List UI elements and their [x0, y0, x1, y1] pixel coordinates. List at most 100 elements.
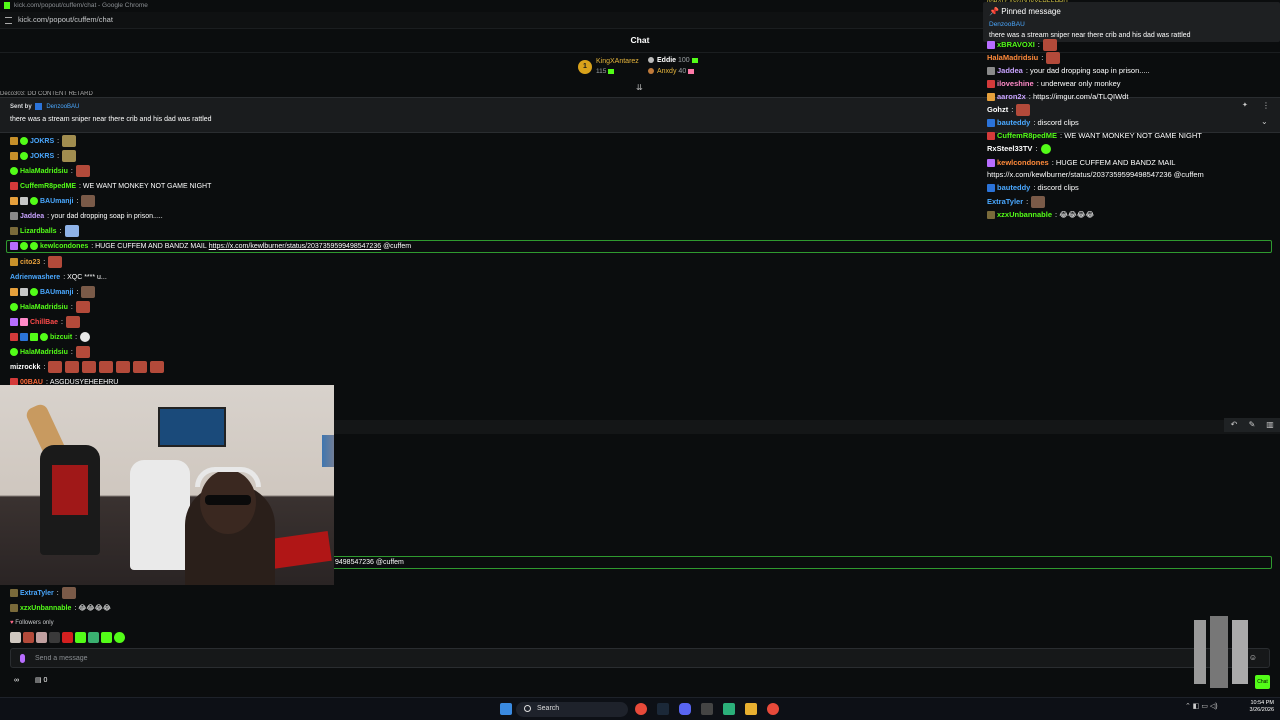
chat-username[interactable]: Gohzt: [987, 105, 1008, 114]
taskbar-clock[interactable]: 10:54 PM 3/26/2026: [1240, 700, 1274, 714]
pin-icon[interactable]: ✦: [1242, 101, 1250, 109]
gift-counter-icon[interactable]: ▤: [35, 677, 42, 684]
chat-username[interactable]: HalaMadridsiu: [20, 349, 68, 356]
chat-username[interactable]: Jaddea: [20, 213, 44, 220]
chat-message[interactable]: ExtraTyler:: [987, 195, 1046, 208]
site-settings-icon[interactable]: [5, 17, 12, 24]
chrome-icon[interactable]: [635, 703, 647, 715]
more-options-icon[interactable]: ⋮: [1262, 101, 1270, 110]
app-icon[interactable]: [723, 703, 735, 715]
chat-message[interactable]: mizrockk:: [10, 360, 165, 374]
chat-username[interactable]: mizrockk: [10, 364, 40, 371]
chat-input-box[interactable]: ☺: [10, 648, 1270, 668]
chat-message[interactable]: bauteddy: discord clips: [987, 181, 1079, 194]
chat-username[interactable]: ChillBae: [30, 319, 58, 326]
chat-username[interactable]: HalaMadridsiu: [987, 53, 1038, 62]
chat-link-fragment[interactable]: 9498547236 @cuffem: [335, 559, 404, 566]
pinned-message-card[interactable]: 📌 Pinned message DenzooBAU there was a s…: [983, 2, 1280, 42]
chat-message[interactable]: iloveshine: underwear only monkey: [987, 77, 1121, 90]
chat-username[interactable]: CuffemR8pedME: [20, 183, 76, 190]
chat-message[interactable]: ChillBae:: [10, 315, 80, 329]
taskbar-search[interactable]: Search: [516, 702, 628, 717]
chat-message[interactable]: Adrienwashere: XQC **** u...: [10, 270, 107, 284]
emote-icon[interactable]: [114, 632, 125, 643]
chrome-icon[interactable]: [767, 703, 779, 715]
chat-message[interactable]: JOKRS:: [10, 149, 77, 163]
chat-username[interactable]: xzxUnbannable: [20, 605, 71, 612]
chat-message[interactable]: Jaddea: your dad dropping soap in prison…: [10, 209, 163, 223]
chat-username[interactable]: cito23: [20, 259, 40, 266]
delete-icon[interactable]: ▥: [1264, 419, 1276, 431]
chat-username[interactable]: RxSteel33TV: [987, 144, 1032, 153]
chat-message[interactable]: CuffemR8pedME: WE WANT MONKEY NOT GAME N…: [10, 179, 211, 193]
reply-icon[interactable]: ↶: [1228, 419, 1240, 431]
collapse-leaderboard-icon[interactable]: ⇊: [636, 84, 644, 92]
app-icon[interactable]: [701, 703, 713, 715]
emote-icon[interactable]: [36, 632, 47, 643]
chat-message[interactable]: cito23:: [10, 255, 63, 269]
chat-link[interactable]: https://imgur.com/a/TLQIWdt: [1033, 92, 1128, 101]
chat-message[interactable]: RxSteel33TV:: [987, 142, 1051, 155]
chat-username[interactable]: aaron2x: [997, 92, 1026, 101]
chat-username[interactable]: CuffemR8pedME: [997, 131, 1057, 140]
chat-username[interactable]: ExtraTyler: [20, 590, 54, 597]
chat-message[interactable]: BAUmanji:: [10, 194, 96, 208]
chat-username[interactable]: Adrienwashere: [10, 274, 60, 281]
chat-message[interactable]: HalaMadridsiu:: [10, 164, 90, 178]
emote-icon[interactable]: [49, 632, 60, 643]
chat-username[interactable]: JOKRS: [30, 138, 54, 145]
chat-username[interactable]: BAUmanji: [40, 198, 73, 205]
chat-username[interactable]: xzxUnbannable: [997, 210, 1052, 219]
chat-message[interactable]: xzxUnbannable: 😂😂😂😂: [10, 601, 111, 615]
leaderboard-name-1[interactable]: KingXAntarez: [596, 58, 639, 65]
chat-message[interactable]: BAUmanji:: [10, 285, 96, 299]
pinned-username[interactable]: DenzooBAU: [989, 21, 1025, 28]
emote-icon[interactable]: [101, 632, 112, 643]
pinned-username[interactable]: DenzooBAU: [46, 104, 79, 110]
chat-message[interactable]: aaron2x: https://imgur.com/a/TLQIWdt: [987, 90, 1128, 103]
chat-message[interactable]: bauteddy: discord clips: [987, 116, 1079, 129]
chat-message-continued[interactable]: https://x.com/kewlburner/status/20373595…: [987, 168, 1204, 181]
chat-message[interactable]: ExtraTyler:: [10, 586, 76, 600]
emote-icon[interactable]: [62, 632, 73, 643]
chat-username[interactable]: bauteddy: [997, 118, 1030, 127]
leaderboard-row-3[interactable]: Anxdy 40: [648, 68, 695, 75]
chat-message[interactable]: xzxUnbannable: 😂😂😂😂: [987, 208, 1094, 221]
chat-message[interactable]: bizcuit:: [10, 330, 91, 344]
emote-icon[interactable]: [88, 632, 99, 643]
chat-message[interactable]: Jaddea: your dad dropping soap in prison…: [987, 64, 1150, 77]
chat-input[interactable]: [35, 652, 1185, 665]
chat-username[interactable]: Lizardballs: [20, 228, 57, 235]
chat-username[interactable]: BAUmanji: [40, 289, 73, 296]
emote-icon[interactable]: [75, 632, 86, 643]
microphone-icon[interactable]: [20, 654, 25, 663]
chat-message[interactable]: Lizardballs:: [10, 224, 79, 238]
steam-icon[interactable]: [657, 703, 669, 715]
chat-message[interactable]: JOKRS:: [10, 134, 77, 148]
chat-username[interactable]: bizcuit: [50, 334, 72, 341]
windows-start-icon[interactable]: [500, 703, 512, 715]
leaderboard-row-2[interactable]: Eddie 100: [648, 57, 698, 64]
chat-username[interactable]: kewlcondones: [997, 158, 1049, 167]
chat-username[interactable]: bauteddy: [997, 183, 1030, 192]
file-explorer-icon[interactable]: [745, 703, 757, 715]
chat-message[interactable]: HalaMadridsiu:: [987, 51, 1061, 64]
chat-username[interactable]: iloveshine: [997, 79, 1034, 88]
infinity-icon[interactable]: ∞: [14, 677, 19, 684]
chat-username[interactable]: HalaMadridsiu: [20, 304, 68, 311]
chat-username[interactable]: xBRAVOXI: [997, 40, 1035, 49]
chat-message[interactable]: CuffemR8pedME: WE WANT MONKEY NOT GAME N…: [987, 129, 1202, 142]
chat-message[interactable]: HalaMadridsiu:: [10, 300, 90, 314]
emote-icon[interactable]: [10, 632, 21, 643]
discord-icon[interactable]: [679, 703, 691, 715]
chat-message[interactable]: HalaMadridsiu:: [10, 345, 90, 359]
pin-icon[interactable]: ✎: [1246, 419, 1258, 431]
chat-message[interactable]: xBRAVOXI:: [987, 38, 1057, 51]
send-chat-button[interactable]: Chat: [1255, 675, 1270, 689]
system-tray[interactable]: ⌃ ◧ ▭ ◁): [1185, 702, 1243, 716]
chat-username[interactable]: Jaddea: [997, 66, 1023, 75]
chat-message[interactable]: Gohzt:: [987, 103, 1031, 116]
chat-username[interactable]: HalaMadridsiu: [20, 168, 68, 175]
emote-icon[interactable]: [23, 632, 34, 643]
url-text[interactable]: kick.com/popout/cuffem/chat: [18, 15, 113, 24]
